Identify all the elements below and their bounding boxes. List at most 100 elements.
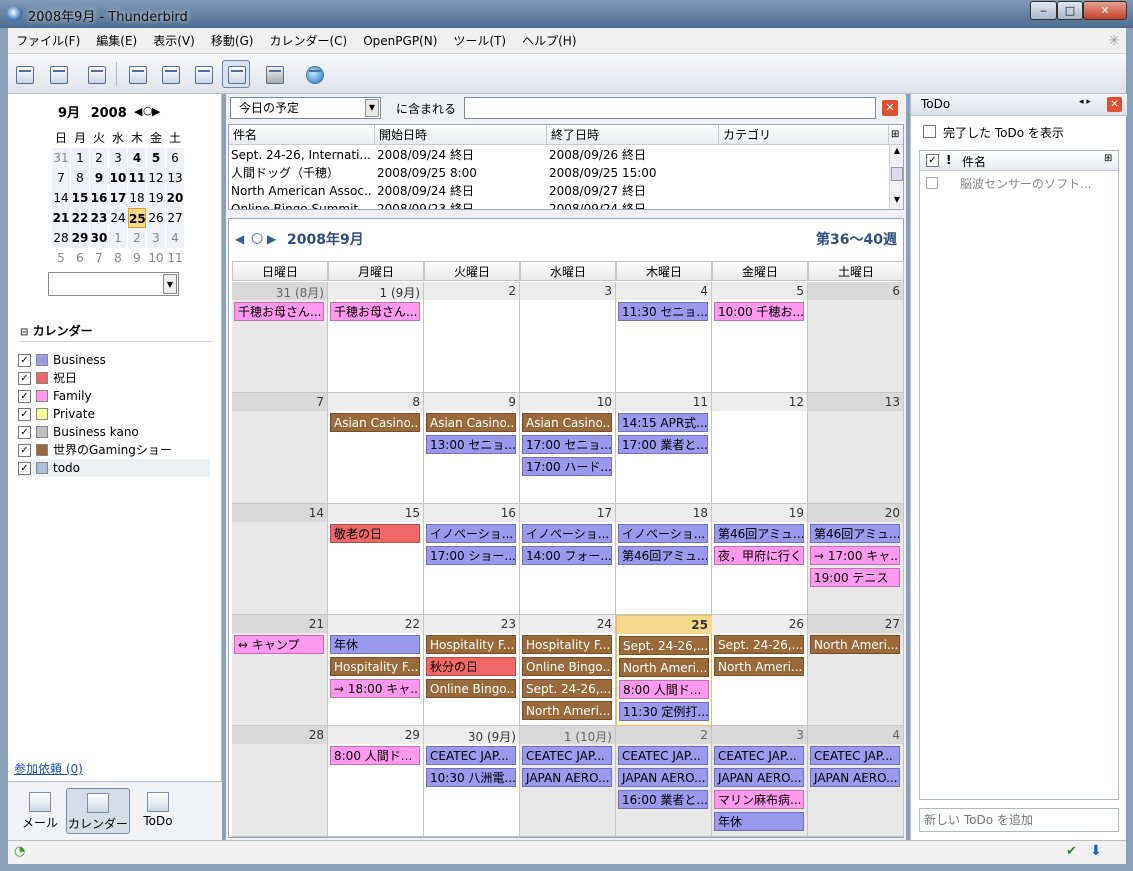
online-status-icon[interactable]: ◔ <box>14 844 25 859</box>
new-event-icon[interactable] <box>10 60 38 88</box>
day-cell[interactable]: 3 <box>520 282 616 393</box>
todo-item[interactable]: 脳波センサーのソフト... <box>960 175 1091 192</box>
calendar-event[interactable]: CEATEC JAP... <box>714 746 804 765</box>
calendar-event[interactable]: Sept. 24-26,... <box>714 635 804 654</box>
mini-day[interactable]: 31 <box>52 148 70 168</box>
calendar-event[interactable]: 第46回アミュ... <box>618 546 708 565</box>
event-list-row[interactable]: 人間ドッグ（千穂） 2008/09/25 8:00 2008/09/25 15:00 <box>229 164 891 182</box>
column-picker-icon[interactable]: ⊞ <box>1104 153 1112 164</box>
calendar-checkbox[interactable]: ✓ <box>18 462 31 475</box>
mini-day[interactable]: 13 <box>166 168 184 188</box>
download-status-icon[interactable]: ⬇ <box>1090 843 1102 859</box>
scroll-thumb[interactable] <box>891 167 903 181</box>
calendar-item[interactable]: ✓ Business <box>18 351 210 369</box>
mini-day[interactable]: 9 <box>128 248 146 268</box>
calendar-event[interactable]: 秋分の日 <box>426 657 516 676</box>
day-cell[interactable]: 2 <box>424 282 520 393</box>
calendar-event[interactable]: Sept. 24-26,... <box>522 679 612 698</box>
show-completed-checkbox[interactable] <box>923 125 936 138</box>
day-cell[interactable]: 31 (8月) 千穂お母さん... <box>232 282 328 393</box>
day-view-icon[interactable] <box>123 60 151 88</box>
calendar-event[interactable]: 14:00 フォー... <box>522 546 612 565</box>
calendar-item[interactable]: ✓ 世界のGamingショー <box>18 441 210 459</box>
calendar-event[interactable]: 17:00 ショー... <box>426 546 516 565</box>
day-cell[interactable]: 20 第46回アミュ... → 17:00 キャ... 19:00 テニス <box>808 504 904 615</box>
todo-complete-column[interactable]: ✓ <box>926 154 939 167</box>
calendar-event[interactable]: 19:00 テニス <box>810 568 900 587</box>
chevron-down-icon[interactable]: ▼ <box>163 274 177 294</box>
mini-day[interactable]: 16 <box>90 188 108 208</box>
calendar-event[interactable]: 14:15 APR式... <box>618 413 708 432</box>
day-cell[interactable]: 4 CEATEC JAP... JAPAN AERO... <box>808 726 904 837</box>
day-cell[interactable]: 14 <box>232 504 328 615</box>
day-cell[interactable]: 3 CEATEC JAP... JAPAN AERO... マリン麻布病... 年休 <box>712 726 808 837</box>
menu-view[interactable]: 表示(V) <box>145 28 203 54</box>
calendar-event[interactable]: → 17:00 キャ... <box>810 546 900 565</box>
todo-item-checkbox[interactable] <box>926 177 938 189</box>
list-scrollbar[interactable]: ▲ ▼ <box>889 145 903 209</box>
calendar-event[interactable]: North Ameri... <box>522 701 612 720</box>
col-title[interactable]: 件名 <box>229 125 375 145</box>
mini-day[interactable]: 27 <box>166 208 184 228</box>
calendar-event[interactable]: JAPAN AERO... <box>810 768 900 787</box>
print-icon[interactable] <box>260 60 288 88</box>
calendar-event[interactable]: CEATEC JAP... <box>618 746 708 765</box>
mini-next-icon[interactable]: ▶ <box>152 105 160 118</box>
calendar-list-header[interactable]: ⊟ カレンダー <box>20 322 93 339</box>
column-picker-icon[interactable]: ⊞ <box>889 125 903 145</box>
todo-nav-arrows-icon[interactable]: ◂ ▸ <box>1079 97 1091 107</box>
calendar-event[interactable]: 第46回アミュ... <box>810 524 900 543</box>
minimize-button[interactable]: ‒ <box>1030 1 1057 20</box>
day-cell[interactable]: 2 CEATEC JAP... JAPAN AERO... 16:00 業者と... <box>616 726 712 837</box>
calendar-event[interactable]: Hospitality F... <box>330 657 420 676</box>
mini-day[interactable]: 2 <box>128 228 146 248</box>
timezone-select[interactable]: ▼ <box>48 272 179 296</box>
mail-mode-button[interactable]: メール <box>10 788 70 834</box>
mini-day[interactable]: 26 <box>147 208 165 228</box>
day-cell[interactable]: 23 Hospitality F... 秋分の日 Online Bingo... <box>424 615 520 726</box>
day-cell[interactable]: 26 Sept. 24-26,... North Ameri... <box>712 615 808 726</box>
col-start[interactable]: 開始日時 <box>375 125 547 145</box>
calendar-checkbox[interactable]: ✓ <box>18 354 31 367</box>
scroll-up-icon[interactable]: ▲ <box>891 146 903 158</box>
mini-day[interactable]: 5 <box>147 148 165 168</box>
day-cell[interactable]: 1 (10月) CEATEC JAP... JAPAN AERO... <box>520 726 616 837</box>
mini-prev-icon[interactable]: ◀ <box>134 105 142 118</box>
mini-month-label[interactable]: 9月 <box>58 106 80 121</box>
calendar-checkbox[interactable]: ✓ <box>18 408 31 421</box>
day-cell[interactable]: 8 Asian Casino... <box>328 393 424 504</box>
week-view-icon[interactable] <box>156 60 184 88</box>
mini-day[interactable]: 3 <box>109 148 127 168</box>
mini-day[interactable]: 8 <box>109 248 127 268</box>
collapse-icon[interactable]: ⊟ <box>20 327 28 338</box>
month-view-icon[interactable] <box>222 60 250 88</box>
mini-day[interactable]: 11 <box>166 248 184 268</box>
mini-day[interactable]: 14 <box>52 188 70 208</box>
mini-day[interactable]: 4 <box>166 228 184 248</box>
day-cell[interactable]: 16 イノベーショ... 17:00 ショー... <box>424 504 520 615</box>
calendar-event[interactable]: Online Bingo... <box>426 679 516 698</box>
calendar-event[interactable]: イノベーショ... <box>618 524 708 543</box>
mini-day[interactable]: 17 <box>109 188 127 208</box>
calendar-event[interactable]: イノベーショ... <box>426 524 516 543</box>
calendar-event[interactable]: 17:00 セニョ... <box>522 435 612 454</box>
calendar-event[interactable]: 夜，甲府に行く <box>714 546 804 565</box>
calendar-event[interactable]: CEATEC JAP... <box>522 746 612 765</box>
day-cell[interactable]: 18 イノベーショ... 第46回アミュ... <box>616 504 712 615</box>
calendar-checkbox[interactable]: ✓ <box>18 426 31 439</box>
menu-go[interactable]: 移動(G) <box>203 28 262 54</box>
mini-day[interactable]: 8 <box>71 168 89 188</box>
mini-day[interactable]: 24 <box>109 208 127 228</box>
mini-day[interactable]: 20 <box>166 188 184 208</box>
calendar-event[interactable]: 年休 <box>330 635 420 654</box>
mini-day[interactable]: 6 <box>166 148 184 168</box>
day-cell[interactable]: 25 Sept. 24-26,... North Ameri... 8:00 人間ド.… <box>616 615 712 726</box>
mini-day[interactable]: 12 <box>147 168 165 188</box>
day-cell[interactable]: 19 第46回アミュ... 夜，甲府に行く <box>712 504 808 615</box>
mini-day[interactable]: 30 <box>90 228 108 248</box>
calendar-event[interactable]: 千穂お母さん... <box>234 302 324 321</box>
search-input[interactable] <box>464 97 876 119</box>
calendar-item[interactable]: ✓ Family <box>18 387 210 405</box>
mini-day[interactable]: 18 <box>128 188 146 208</box>
mini-day[interactable]: 29 <box>71 228 89 248</box>
